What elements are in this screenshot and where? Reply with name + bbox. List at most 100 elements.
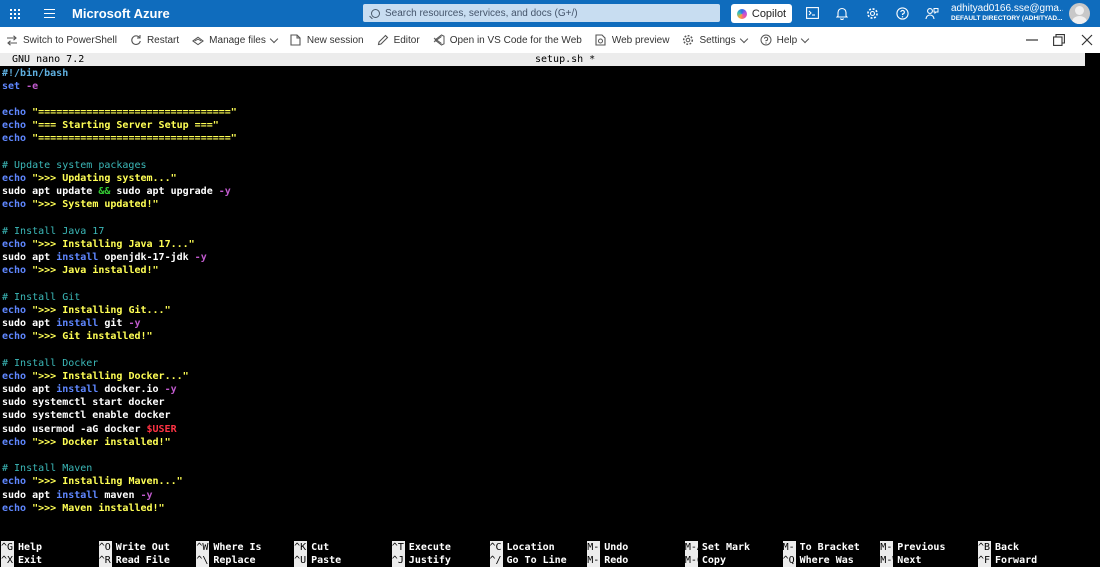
help-label: Help — [776, 34, 798, 46]
vscode-icon — [433, 34, 445, 46]
shortcut-label: Justify — [408, 555, 451, 566]
shortcut-key: ^T — [391, 541, 405, 554]
shortcut-redo: M-ERedo — [587, 554, 628, 567]
code-token: -y — [140, 489, 153, 501]
chevron-down-icon — [269, 34, 279, 43]
feedback-person-icon[interactable] — [924, 5, 940, 21]
switch-to-powershell-button[interactable]: Switch to PowerShell — [0, 27, 124, 53]
shortcut-key: ^C — [489, 541, 503, 554]
shortcut-key: ^U — [294, 554, 308, 567]
code-token: -y — [194, 252, 207, 264]
manage-files-button[interactable]: Manage files — [186, 27, 284, 53]
restore-window-icon[interactable] — [1052, 33, 1066, 47]
shortcut-key: ^\ — [196, 554, 210, 567]
editor-button[interactable]: Editor — [371, 27, 427, 53]
code-token: install — [56, 318, 99, 330]
minimize-icon[interactable] — [1025, 33, 1039, 47]
new-session-button[interactable]: New session — [284, 27, 371, 53]
code-token: # Install Java 17 — [2, 225, 105, 237]
switch-icon — [6, 34, 18, 46]
shortcut-to-bracket: M-]To Bracket — [782, 541, 860, 554]
help-question-icon[interactable] — [894, 5, 910, 21]
shortcut-key: M-A — [684, 541, 698, 554]
restart-button[interactable]: Restart — [124, 27, 186, 53]
shortcut-where-is: ^W Where Is — [196, 541, 262, 554]
portal-brand[interactable]: Microsoft Azure — [72, 6, 170, 21]
nano-shortcut-bar: ^G Help ^X Exit ^O Write Out ^R Read File ^W Wher… — [0, 541, 1100, 567]
code-token: sudo usermod -aG docker — [2, 423, 147, 435]
code-token: #!/bin/bash — [2, 67, 69, 79]
editor-buffer[interactable]: #!/bin/bash set -e echo "================… — [2, 67, 237, 515]
code-token: maven — [98, 489, 141, 501]
copilot-button[interactable]: Copilot — [731, 4, 792, 23]
code-token: sudo apt — [2, 384, 57, 395]
code-token: -e — [26, 80, 39, 92]
shortcut-undo: M-UUndo — [587, 541, 628, 554]
new-session-label: New session — [306, 34, 364, 46]
nano-title-bar: GNU nano 7.2 setup.sh * — [0, 53, 1085, 66]
settings-label: Settings — [699, 34, 736, 46]
code-token: $USER — [146, 423, 177, 435]
shortcut-label: Where Is — [213, 542, 262, 553]
help-button[interactable]: Help — [754, 27, 816, 53]
shortcut-label: To Bracket — [799, 542, 860, 553]
code-line: sudo systemctl start docker — [2, 396, 237, 409]
shortcut-label: Exit — [18, 555, 43, 566]
code-line: echo ">>> Installing Java 17..." — [2, 238, 237, 251]
shortcut-replace: ^\ Replace — [196, 554, 256, 567]
shortcut-key: M-Q — [880, 541, 894, 554]
close-icon[interactable] — [1080, 33, 1094, 47]
shortcut-label: Execute — [408, 542, 451, 553]
shortcut-key: ^/ — [489, 554, 503, 567]
shortcut-write-out: ^O Write Out — [98, 541, 170, 554]
restart-icon — [130, 34, 142, 46]
shortcut-key: M-E — [587, 554, 601, 567]
code-token: sudo apt — [2, 252, 57, 264]
web-preview-button[interactable]: Web preview — [589, 27, 677, 53]
shortcut-label: Paste — [311, 555, 342, 566]
code-line: echo ">>> Java installed!" — [2, 264, 237, 277]
code-token: -y — [128, 318, 141, 330]
code-token: && — [98, 186, 111, 198]
open-in-vscode-label: Open in VS Code for the Web — [449, 34, 582, 46]
help-icon — [760, 34, 772, 46]
shortcut-go-to-line: ^/Go To Line — [489, 554, 567, 567]
avatar[interactable] — [1069, 3, 1090, 24]
editor-icon — [377, 34, 389, 46]
code-line: # Install Java 17 — [2, 225, 237, 238]
shortcut-read-file: ^R Read File — [98, 554, 170, 567]
portal-menu-icon[interactable] — [30, 0, 68, 27]
shortcut-label: Go To Line — [506, 555, 567, 566]
code-token: -y — [164, 384, 177, 395]
account-menu[interactable]: adhityad0166.sse@gma... DEFAULT DIRECTOR… — [951, 3, 1063, 22]
open-in-vscode-button[interactable]: Open in VS Code for the Web — [427, 27, 589, 53]
shortcut-key: M-U — [587, 541, 601, 554]
code-line: sudo apt install maven -y — [2, 489, 237, 502]
shortcut-key: ^J — [391, 554, 405, 567]
gear-icon — [682, 34, 694, 46]
terminal[interactable]: GNU nano 7.2 setup.sh * #!/bin/bash set -… — [0, 53, 1100, 567]
code-line: #!/bin/bash — [2, 67, 237, 80]
code-line: set -e — [2, 80, 237, 93]
search-input[interactable] — [385, 7, 705, 19]
code-line: echo ">>> Git installed!" — [2, 330, 237, 343]
settings-button[interactable]: Settings — [676, 27, 753, 53]
code-token: ">>> System updated!" — [32, 199, 159, 211]
notifications-bell-icon[interactable] — [834, 5, 850, 21]
code-token: git — [98, 318, 129, 330]
account-directory: DEFAULT DIRECTORY (ADHITYAD... — [951, 15, 1063, 22]
code-line: echo ">>> Installing Docker..." — [2, 370, 237, 383]
cloud-shell-icon[interactable] — [804, 5, 820, 21]
code-token: sudo apt — [2, 318, 57, 330]
code-token: -y — [218, 186, 231, 198]
settings-gear-icon[interactable] — [864, 5, 880, 21]
code-token: ">>> Installing Maven..." — [32, 476, 183, 488]
code-line: echo "================================" — [2, 106, 237, 119]
code-token: echo — [2, 265, 27, 277]
global-search[interactable] — [363, 4, 720, 22]
editor-label: Editor — [393, 34, 420, 46]
shortcut-label: Redo — [604, 555, 629, 566]
app-launcher-icon[interactable] — [0, 0, 30, 27]
